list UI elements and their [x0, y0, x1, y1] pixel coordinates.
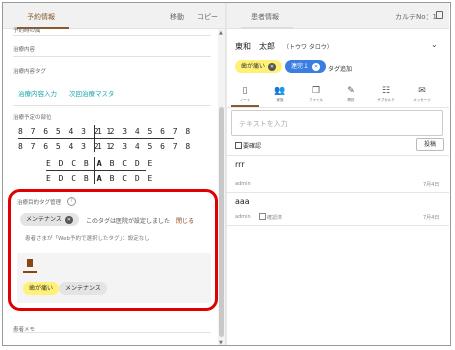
patient-header: 患者情報 カルテNo：1: [227, 3, 449, 29]
patient-pane: 東和 太郎 （トウワ タロウ） ⌄ 歯が痛い ✕ 連完１ ✕ タグ追加 ▯ 👥 ❐ …: [227, 29, 449, 345]
tab-reservation-info[interactable]: 予約情報: [27, 12, 55, 22]
important-checkbox[interactable]: [235, 142, 242, 149]
baby-chart-hline: [46, 170, 146, 171]
note-author: admin: [235, 214, 251, 220]
close-icon[interactable]: ✕: [312, 62, 321, 71]
divider-line: [13, 332, 211, 333]
baby-lower-right[interactable]: A B C D E: [97, 174, 154, 183]
tooth-chart-hline: [18, 138, 174, 139]
patient-tag-toothache[interactable]: 歯が痛い ✕: [235, 60, 283, 73]
tabs-divider: [227, 107, 449, 108]
tab-family[interactable]: 家族: [265, 98, 295, 103]
scroll-down-icon[interactable]: ▼: [219, 340, 223, 345]
tag-label: 歯が痛い: [241, 63, 266, 70]
mail-icon[interactable]: ✉: [412, 86, 432, 96]
tab-questionnaire[interactable]: 問診: [336, 98, 366, 103]
close-icon[interactable]: ✕: [268, 62, 277, 71]
treatment-content-label: 治療内容: [13, 47, 36, 53]
post-button[interactable]: 投稿: [416, 138, 444, 151]
tooth-chart-vline: [94, 125, 95, 152]
copy-icon[interactable]: [436, 11, 443, 19]
patient-name: 東和 太郎: [235, 42, 275, 51]
note-input[interactable]: テキストを入力: [231, 110, 443, 136]
divider-line: [13, 105, 211, 106]
divider-line: [227, 225, 449, 226]
patient-memo-label: 患者メモ: [13, 327, 36, 333]
note-date: 7月4日: [423, 215, 440, 221]
tab-patient-info[interactable]: 患者情報: [251, 12, 279, 22]
planned-site-label: 治療予定の部位: [13, 115, 52, 121]
tab-file[interactable]: ファイル: [301, 98, 331, 103]
app-window: 予約情報 移動 コピー 患者情報 カルテNo：1 予約時の属 治療内容 治療内容…: [2, 2, 451, 346]
checkbox-icon: [259, 213, 266, 220]
note-text: aaa: [235, 197, 250, 206]
scroll-thumb[interactable]: [219, 107, 224, 337]
divider-line: [13, 35, 211, 36]
tag-label: 連完１: [291, 63, 310, 70]
treatment-input-link[interactable]: 治療内容入力: [18, 88, 57, 98]
baby-upper-right[interactable]: A B C D E: [97, 159, 154, 168]
divider-line: [227, 155, 449, 156]
highlight-box: [8, 189, 218, 311]
divider-line: [13, 56, 211, 57]
note-author: admin: [235, 181, 251, 187]
tag-add-button[interactable]: タグ追加: [328, 64, 352, 73]
family-icon[interactable]: 👥: [270, 86, 290, 96]
chevron-down-icon[interactable]: ⌄: [431, 40, 438, 49]
file-icon[interactable]: ❐: [306, 86, 326, 96]
note-status: 確認済: [267, 215, 283, 221]
karte-number: カルテNo：1: [395, 13, 437, 21]
note-text: rrr: [235, 160, 245, 169]
next-treatment-master-link[interactable]: 次回治療マスタ: [69, 88, 115, 98]
patient-kana: （トウワ タロウ）: [283, 44, 333, 51]
copy-button[interactable]: コピー: [197, 12, 218, 22]
baby-chart-vline: [94, 157, 95, 184]
pencil-icon[interactable]: ✎: [341, 86, 361, 96]
move-button[interactable]: 移動: [170, 12, 184, 22]
treatment-tag-label: 治療内容タグ: [13, 69, 47, 75]
tab-note[interactable]: ノート: [230, 98, 260, 103]
tab-subkarte[interactable]: サブカルテ: [371, 98, 401, 103]
tab-message[interactable]: メッセージ: [407, 98, 437, 103]
tooth-lower-right[interactable]: 1 2 3 4 5 6 7 8: [97, 142, 192, 151]
patient-tag-renkan[interactable]: 連完１ ✕: [285, 60, 327, 73]
tooth-upper-right[interactable]: 1 2 3 4 5 6 7 8: [97, 127, 192, 136]
left-scrollbar[interactable]: ▲ ▼: [218, 29, 225, 345]
divider-line: [227, 192, 449, 193]
note-icon[interactable]: ▯: [235, 86, 255, 96]
cut-label: 予約時の属: [13, 28, 41, 34]
list-icon[interactable]: ☷: [376, 86, 396, 96]
important-label: 要確認: [243, 143, 262, 150]
note-date: 7月4日: [423, 182, 440, 188]
scroll-up-icon[interactable]: ▲: [219, 30, 223, 36]
